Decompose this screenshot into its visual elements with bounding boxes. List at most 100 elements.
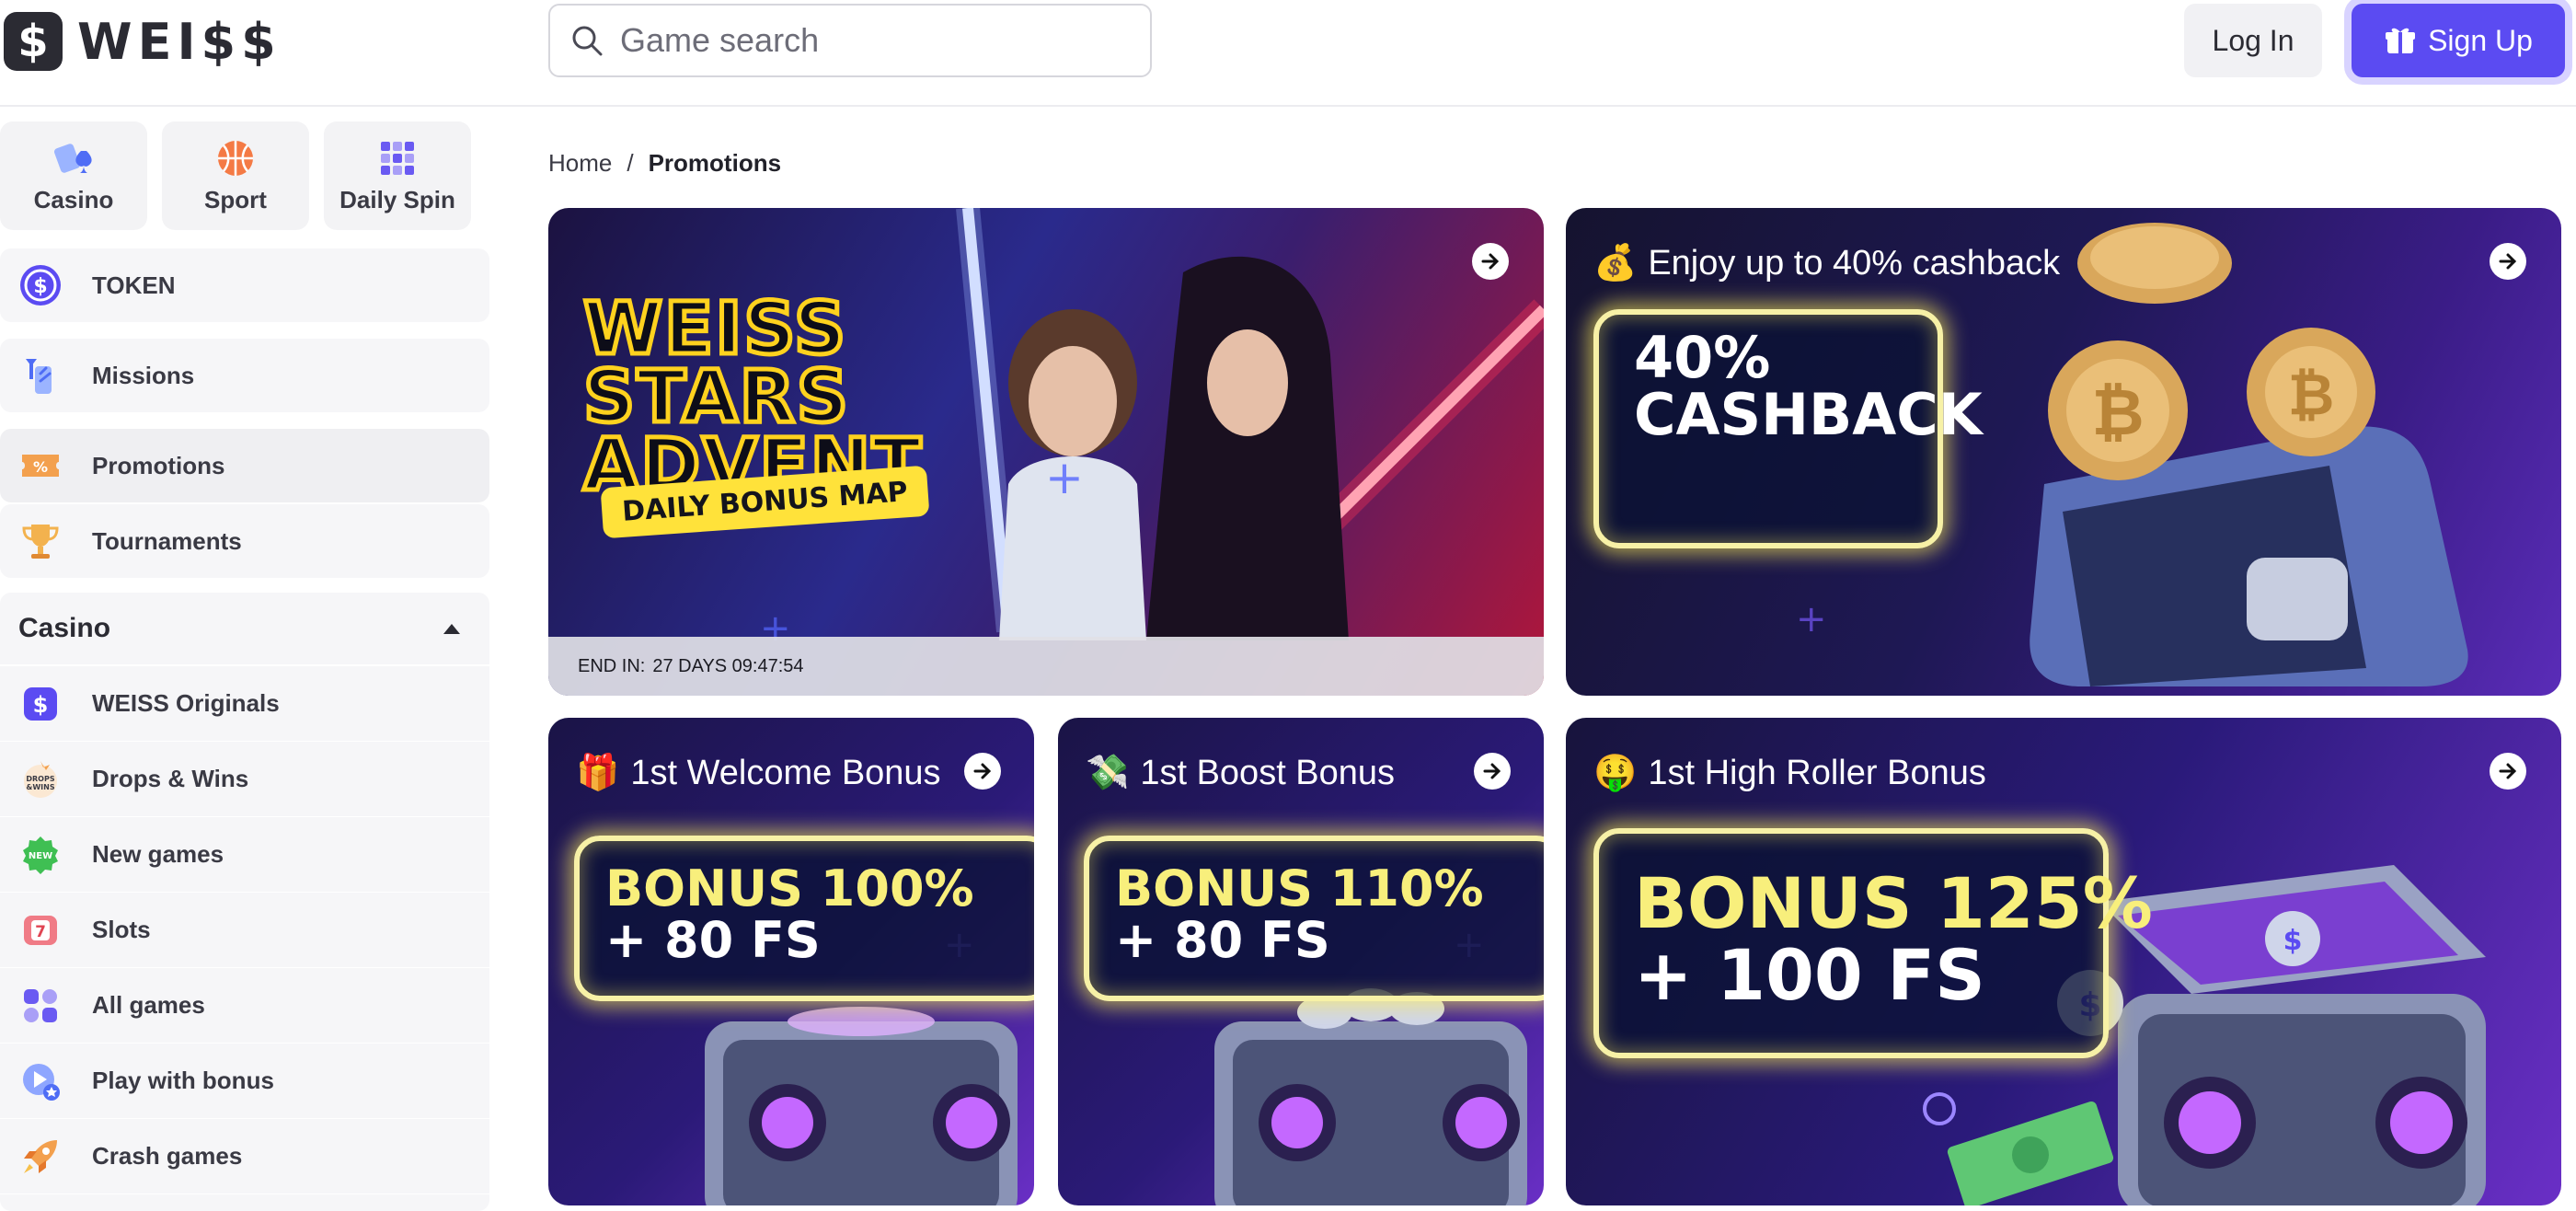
welcome-big2: + 80 FS bbox=[605, 911, 821, 969]
welcome-arrow-button[interactable] bbox=[964, 753, 1001, 790]
sidebar-item-label: Drops & Wins bbox=[92, 765, 249, 792]
brand-name: WEI$$ bbox=[77, 12, 282, 71]
sidebar-item-label: All games bbox=[92, 991, 205, 1019]
sidebar-item-new-games[interactable]: NEW New games bbox=[0, 817, 489, 893]
basketball-icon bbox=[218, 140, 253, 176]
slot-icon: 7 bbox=[18, 908, 63, 952]
svg-text:+: + bbox=[1045, 451, 1084, 504]
casino-group-header[interactable]: Casino bbox=[0, 593, 489, 666]
logo-mark-icon: $ bbox=[4, 12, 63, 71]
gift-icon bbox=[2386, 28, 2416, 53]
drops-icon: DROPS &WINS bbox=[18, 757, 63, 802]
category-sport[interactable]: Sport bbox=[162, 121, 309, 230]
svg-text:%: % bbox=[33, 458, 48, 476]
sidebar: Casino Sport Daily Spin $ TOKEN Missions… bbox=[0, 109, 491, 1211]
game-search[interactable] bbox=[548, 4, 1152, 77]
highroller-big2: + 100 FS bbox=[1634, 934, 1985, 1016]
all-games-icon bbox=[18, 984, 63, 1028]
ticket-icon: % bbox=[18, 444, 63, 488]
sidebar-item-label: Tournaments bbox=[92, 526, 242, 555]
promo-card-boost[interactable]: + BONUS 110% + 80 FS 💸 1st Boost Bonus bbox=[1058, 718, 1544, 1205]
chevron-up-icon bbox=[443, 624, 460, 634]
sidebar-item-label: WEISS Originals bbox=[92, 689, 280, 717]
grid-icon bbox=[381, 141, 414, 175]
cashback-big1: 40% bbox=[1634, 324, 1771, 391]
sidebar-item-slots[interactable]: 7 Slots bbox=[0, 893, 489, 968]
sidebar-item-label: Crash games bbox=[92, 1142, 243, 1170]
originals-icon: $ bbox=[18, 682, 63, 726]
money-bag-icon: 💰 bbox=[1593, 244, 1638, 283]
search-icon bbox=[572, 26, 603, 56]
sidebar-item-token[interactable]: $ TOKEN bbox=[0, 248, 489, 322]
sidebar-item-label: Missions bbox=[92, 361, 195, 389]
boost-big1: BONUS 110% bbox=[1115, 859, 1484, 917]
sidebar-item-weiss-originals[interactable]: $ WEISS Originals bbox=[0, 666, 489, 742]
cashback-arrow-button[interactable] bbox=[2490, 243, 2526, 280]
timer-label: END IN: bbox=[578, 655, 646, 676]
timer-value: 27 DAYS 09:47:54 bbox=[652, 655, 804, 676]
cards-icon bbox=[54, 143, 92, 173]
category-casino[interactable]: Casino bbox=[0, 121, 147, 230]
promo-card-cashback[interactable]: ₿ ₿ + 40% CASHBACK 💰 Enjoy up to 40% cas… bbox=[1566, 208, 2561, 696]
promo-card-advent[interactable]: + + WEISS STARS ADVENT DAILY BONUS MAP E… bbox=[548, 208, 1544, 696]
highroller-title-text: 1st High Roller Bonus bbox=[1648, 753, 1986, 792]
cashback-big2: CASHBACK bbox=[1634, 381, 1983, 448]
signup-label: Sign Up bbox=[2428, 23, 2533, 57]
rocket-icon bbox=[18, 1135, 63, 1179]
category-casino-label: Casino bbox=[33, 185, 114, 213]
sidebar-item-missions[interactable]: Missions bbox=[0, 339, 489, 412]
breadcrumb-separator: / bbox=[627, 149, 634, 177]
boost-title-text: 1st Boost Bonus bbox=[1140, 753, 1396, 792]
play-bonus-icon bbox=[18, 1059, 63, 1103]
highroller-title: 🤑 1st High Roller Bonus bbox=[1593, 753, 1986, 793]
welcome-title-text: 1st Welcome Bonus bbox=[630, 753, 941, 792]
search-input[interactable] bbox=[620, 21, 1135, 60]
sidebar-item-crash-games[interactable]: Crash games bbox=[0, 1119, 489, 1194]
brand-logo[interactable]: $ WEI$$ bbox=[4, 9, 282, 74]
breadcrumb: Home / Promotions bbox=[548, 149, 781, 178]
login-button[interactable]: Log In bbox=[2184, 4, 2322, 77]
svg-text:NEW: NEW bbox=[29, 851, 52, 861]
arrow-right-icon bbox=[2499, 763, 2517, 779]
arrow-right-icon bbox=[2499, 253, 2517, 270]
boost-title: 💸 1st Boost Bonus bbox=[1086, 753, 1395, 793]
top-header: $ WEI$$ Log In Sign Up bbox=[0, 0, 2576, 107]
promo-card-highroller[interactable]: $ $ BONUS 125% + 100 FS 🤑 1st High Rolle… bbox=[1566, 718, 2561, 1205]
sidebar-item-label: Play with bonus bbox=[92, 1067, 274, 1094]
breadcrumb-current: Promotions bbox=[648, 149, 782, 177]
cashback-title-text: Enjoy up to 40% cashback bbox=[1648, 243, 2061, 283]
sidebar-item-drops-wins[interactable]: DROPS &WINS Drops & Wins bbox=[0, 742, 489, 817]
sidebar-item-label: New games bbox=[92, 840, 224, 868]
category-sport-label: Sport bbox=[204, 185, 267, 213]
highroller-arrow-button[interactable] bbox=[2490, 753, 2526, 790]
sidebar-item-label: Slots bbox=[92, 916, 151, 943]
svg-text:DROPS: DROPS bbox=[26, 775, 54, 783]
sidebar-item-promotions[interactable]: % Promotions bbox=[0, 429, 489, 502]
welcome-title: 🎁 1st Welcome Bonus bbox=[576, 753, 941, 793]
top-categories: Casino Sport Daily Spin bbox=[0, 121, 471, 230]
svg-text:₿: ₿ bbox=[2288, 361, 2335, 428]
trophy-icon bbox=[18, 519, 63, 563]
casino-group-title: Casino bbox=[18, 613, 111, 643]
svg-text:$: $ bbox=[2283, 925, 2303, 957]
breadcrumb-home[interactable]: Home bbox=[548, 149, 612, 178]
sidebar-item-label: TOKEN bbox=[92, 271, 176, 299]
new-badge-icon: NEW bbox=[18, 833, 63, 877]
casino-group: Casino $ WEISS Originals DROPS &WINS Dro… bbox=[0, 593, 489, 1211]
boost-arrow-button[interactable] bbox=[1474, 753, 1511, 790]
sidebar-item-all-games[interactable]: All games bbox=[0, 968, 489, 1044]
sidebar-item-play-with-bonus[interactable]: Play with bonus bbox=[0, 1044, 489, 1119]
boost-big2: + 80 FS bbox=[1115, 911, 1330, 969]
arrow-right-icon bbox=[973, 763, 992, 779]
sidebar-item-tournaments[interactable]: Tournaments bbox=[0, 504, 489, 578]
arrow-right-icon bbox=[1481, 253, 1500, 270]
sidebar-item-label: Promotions bbox=[92, 451, 225, 479]
money-wings-icon: 💸 bbox=[1086, 754, 1130, 792]
money-face-icon: 🤑 bbox=[1593, 754, 1638, 792]
advent-timer: END IN: 27 DAYS 09:47:54 bbox=[548, 637, 1544, 696]
advent-arrow-button[interactable] bbox=[1472, 243, 1509, 280]
signup-button[interactable]: Sign Up bbox=[2352, 4, 2565, 77]
category-daily-spin[interactable]: Daily Spin bbox=[324, 121, 471, 230]
missions-icon bbox=[18, 353, 63, 398]
promo-card-welcome[interactable]: + BONUS 100% + 80 FS 🎁 1st Welcome Bonus bbox=[548, 718, 1034, 1205]
